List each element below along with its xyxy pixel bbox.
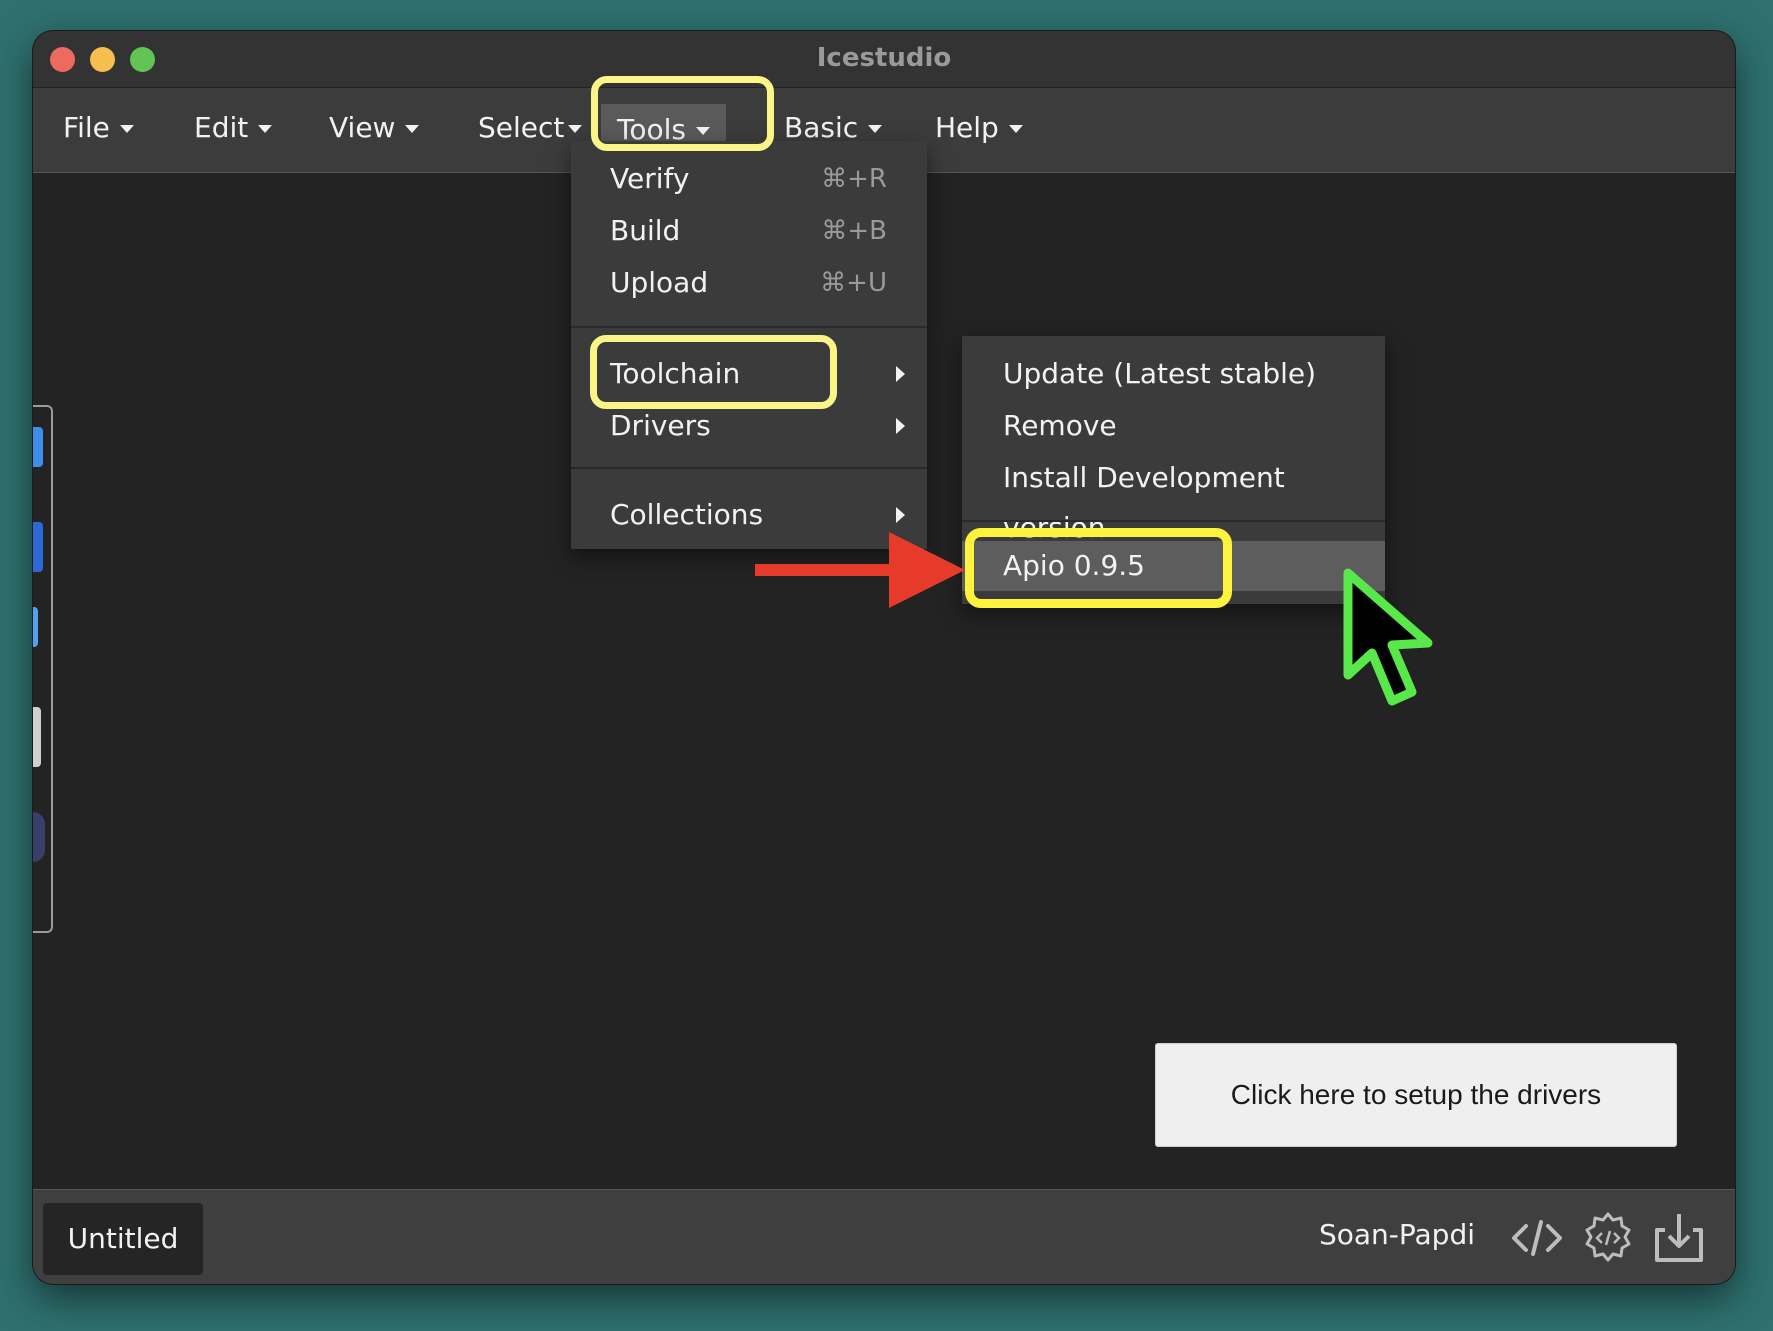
chevron-down-icon — [119, 125, 134, 133]
shortcut-label: ⌘+R — [821, 164, 887, 194]
chevron-down-icon — [405, 125, 420, 133]
menu-item-label: Build — [610, 214, 681, 247]
menu-help-label: Help — [935, 111, 999, 144]
panel-block-icon — [33, 707, 41, 767]
menu-edit[interactable]: Edit — [194, 100, 273, 156]
chevron-down-icon — [1008, 125, 1023, 133]
annotation-highlight-apio — [965, 528, 1232, 608]
file-tab[interactable]: Untitled — [43, 1203, 203, 1275]
chevron-down-icon — [868, 125, 883, 133]
menu-item-install-dev[interactable]: Install Development version — [962, 453, 1385, 544]
menu-help[interactable]: Help — [935, 100, 1023, 156]
menu-file[interactable]: File — [63, 100, 134, 156]
menu-basic-label: Basic — [784, 111, 859, 144]
menu-item-label: Update (Latest stable) — [1003, 357, 1317, 390]
window-title: Icestudio — [816, 43, 952, 73]
panel-block-icon — [33, 522, 43, 572]
shortcut-label: ⌘+U — [820, 268, 887, 298]
shortcut-label: ⌘+B — [821, 216, 887, 246]
menu-view[interactable]: View — [329, 100, 420, 156]
menu-file-label: File — [63, 111, 110, 144]
menu-item-label: Verify — [610, 162, 690, 195]
panel-block-icon — [33, 427, 43, 467]
menu-view-label: View — [329, 111, 396, 144]
menu-divider — [571, 467, 927, 469]
chevron-down-icon — [258, 125, 273, 133]
chevron-right-icon — [896, 366, 905, 382]
menu-item-label: Upload — [610, 266, 709, 299]
download-icon[interactable] — [1651, 1210, 1707, 1266]
chevron-right-icon — [896, 418, 905, 434]
settings-code-icon[interactable] — [1580, 1210, 1636, 1266]
menu-edit-label: Edit — [194, 111, 249, 144]
annotation-highlight-tools — [591, 76, 774, 151]
board-name[interactable]: Soan-Papdi — [1319, 1218, 1475, 1251]
menu-item-update-stable[interactable]: Update (Latest stable) — [962, 349, 1385, 399]
side-panel-edge[interactable] — [33, 405, 53, 933]
menu-divider — [962, 520, 1385, 522]
menu-select[interactable]: Select — [478, 100, 583, 156]
menu-item-label: Collections — [610, 498, 764, 531]
status-bar: Untitled Soan-Papdi — [33, 1189, 1735, 1284]
menu-item-verify[interactable]: Verify ⌘+R — [571, 154, 927, 204]
menu-select-label: Select — [478, 111, 565, 144]
menu-item-build[interactable]: Build ⌘+B — [571, 206, 927, 256]
menu-item-upload[interactable]: Upload ⌘+U — [571, 258, 927, 308]
menu-item-remove[interactable]: Remove — [962, 401, 1385, 451]
annotation-arrow-icon — [755, 532, 965, 608]
code-icon[interactable] — [1509, 1210, 1565, 1266]
panel-block-icon — [33, 607, 38, 647]
menu-divider — [571, 326, 927, 328]
setup-drivers-button[interactable]: Click here to setup the drivers — [1155, 1043, 1677, 1147]
mouse-cursor-icon — [1343, 568, 1433, 706]
title-bar: Icestudio — [33, 31, 1735, 88]
annotation-highlight-toolchain — [590, 335, 837, 409]
chevron-right-icon — [896, 507, 905, 523]
menu-item-label: Remove — [1003, 409, 1117, 442]
panel-block-icon — [33, 812, 45, 862]
chevron-down-icon — [568, 125, 583, 133]
